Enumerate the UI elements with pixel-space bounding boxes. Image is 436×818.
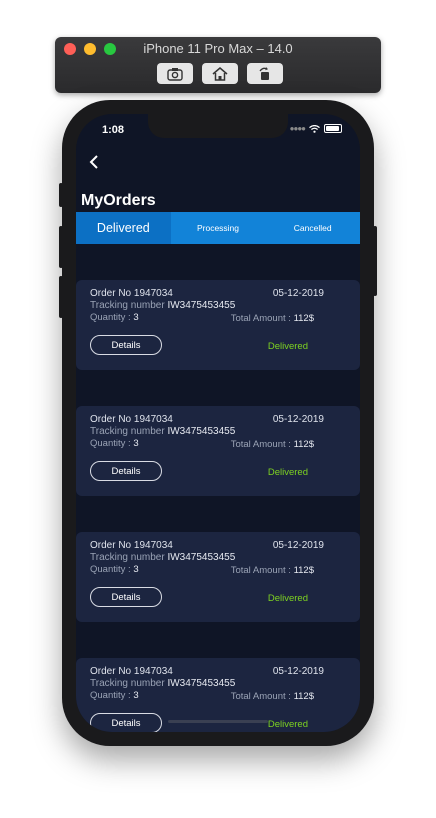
tracking-number: IW3475453455 (167, 426, 236, 437)
quantity-value: 3 (133, 312, 139, 323)
volume-up-button (59, 226, 63, 268)
tracking-label: Tracking number (90, 300, 165, 311)
order-number: Order No 1947034 (90, 414, 173, 425)
tracking-label: Tracking number (90, 678, 165, 689)
quantity-info: Quantity : 3 (90, 312, 139, 323)
order-status-tabs: Delivered Processing Cancelled (76, 212, 360, 244)
tab-cancelled[interactable]: Cancelled (265, 212, 360, 244)
signal-icon: ●●●● (289, 124, 306, 133)
details-button[interactable]: Details (90, 713, 162, 732)
quantity-value: 3 (133, 564, 139, 575)
total-label: Total Amount : (230, 691, 291, 702)
order-number: Order No 1947034 (90, 288, 173, 299)
quantity-info: Quantity : 3 (90, 564, 139, 575)
order-date: 05-12-2019 (272, 288, 324, 299)
mute-switch (59, 183, 63, 207)
notch (148, 114, 288, 138)
home-icon (212, 66, 228, 81)
tab-processing[interactable]: Processing (171, 212, 266, 244)
order-date: 05-12-2019 (272, 414, 324, 425)
total-label: Total Amount : (230, 439, 291, 450)
total-value: 112$ (293, 565, 314, 576)
app-screen: 1:08 ●●●● MyOrders Delivered Processing … (76, 114, 360, 732)
rotate-button[interactable] (247, 63, 283, 84)
home-indicator[interactable] (168, 720, 268, 723)
screenshot-button[interactable] (157, 63, 193, 84)
details-button[interactable]: Details (90, 587, 162, 607)
quantity-label: Quantity : (90, 690, 131, 701)
simulator-toolbar: iPhone 11 Pro Max – 14.0 (55, 37, 381, 93)
order-card: Order No 1947034 05-12-2019 Tracking num… (76, 532, 360, 622)
tracking-number: IW3475453455 (167, 552, 236, 563)
home-button[interactable] (202, 63, 238, 84)
total-value: 112$ (293, 313, 314, 324)
quantity-label: Quantity : (90, 312, 131, 323)
volume-down-button (59, 276, 63, 318)
tab-delivered[interactable]: Delivered (76, 212, 171, 244)
total-value: 112$ (293, 439, 314, 450)
total-label: Total Amount : (230, 313, 291, 324)
status-icons: ●●●● (290, 124, 342, 133)
order-date: 05-12-2019 (272, 666, 324, 677)
order-card: Order No 1947034 05-12-2019 Tracking num… (76, 280, 360, 370)
tracking-label: Tracking number (90, 552, 165, 563)
tracking-info: Tracking number IW3475453455 (90, 678, 235, 689)
tracking-number: IW3475453455 (167, 678, 236, 689)
back-button[interactable] (82, 150, 106, 174)
quantity-label: Quantity : (90, 564, 131, 575)
chevron-left-icon (89, 155, 98, 169)
status-time: 1:08 (102, 124, 125, 136)
order-date: 05-12-2019 (272, 540, 324, 551)
power-button (373, 226, 377, 296)
total-info: Total Amount : 112$ (231, 313, 314, 324)
wifi-icon (309, 124, 320, 133)
order-number: Order No 1947034 (90, 666, 173, 677)
total-value: 112$ (293, 691, 314, 702)
order-number: Order No 1947034 (90, 540, 173, 551)
quantity-info: Quantity : 3 (90, 438, 139, 449)
quantity-label: Quantity : (90, 438, 131, 449)
page-title: MyOrders (81, 192, 156, 209)
order-status: Delivered (267, 593, 308, 604)
tracking-label: Tracking number (90, 426, 165, 437)
tracking-info: Tracking number IW3475453455 (90, 300, 235, 311)
details-button[interactable]: Details (90, 335, 162, 355)
details-button[interactable]: Details (90, 461, 162, 481)
order-status: Delivered (267, 467, 308, 478)
total-info: Total Amount : 112$ (231, 439, 314, 450)
total-info: Total Amount : 112$ (231, 691, 314, 702)
quantity-info: Quantity : 3 (90, 690, 139, 701)
total-label: Total Amount : (230, 565, 291, 576)
tracking-info: Tracking number IW3475453455 (90, 552, 235, 563)
order-status: Delivered (267, 341, 308, 352)
simulator-title: iPhone 11 Pro Max – 14.0 (143, 41, 293, 56)
order-card: Order No 1947034 05-12-2019 Tracking num… (76, 406, 360, 496)
tracking-number: IW3475453455 (167, 300, 236, 311)
quantity-value: 3 (133, 690, 139, 701)
tracking-info: Tracking number IW3475453455 (90, 426, 235, 437)
order-status: Delivered (267, 719, 308, 730)
battery-icon (324, 124, 342, 133)
screenshot-icon (167, 67, 183, 81)
quantity-value: 3 (133, 438, 139, 449)
total-info: Total Amount : 112$ (231, 565, 314, 576)
rotate-icon (259, 66, 269, 80)
